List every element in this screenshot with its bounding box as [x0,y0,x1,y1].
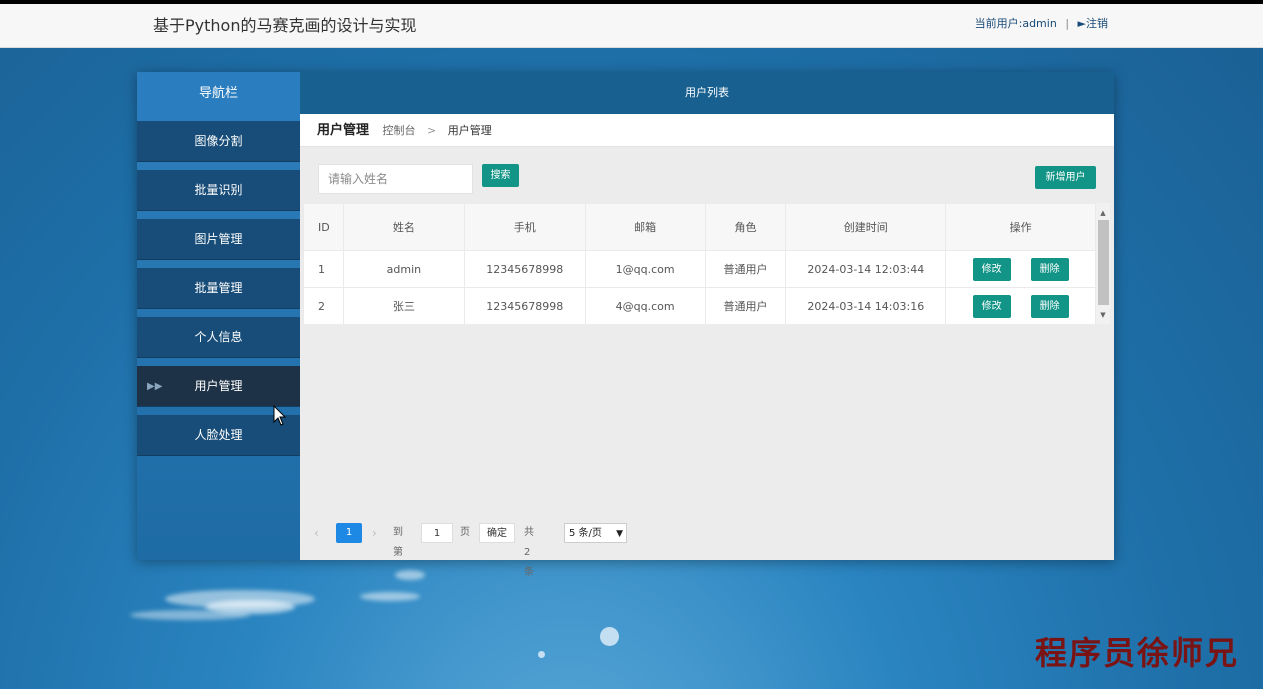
cell-id: 2 [303,287,344,324]
chevron-down-icon: ▼ [616,529,623,539]
mouse-cursor-icon [273,405,287,426]
breadcrumb-current: 用户管理 [447,124,492,137]
site-title: 基于Python的马赛克画的设计与实现 [153,16,417,35]
edit-button[interactable]: 修改 [972,294,1011,318]
play-arrow-icon: ▶▶ [147,381,163,392]
edit-button[interactable]: 修改 [972,257,1011,281]
table-row: 1 admin 12345678998 1@qq.com 普通用户 2024-0… [303,250,1096,288]
table-header-row: ID 姓名 手机 邮箱 角色 创建时间 操作 [303,203,1096,251]
column-header: 操作 [945,203,1096,251]
table-scrollbar[interactable]: ▲ ▼ [1096,203,1110,324]
user-area: 当前用户:admin | ►注销 [975,15,1108,31]
column-header: ID [303,203,344,251]
scroll-up-arrow-icon[interactable]: ▲ [1096,206,1110,220]
scrollbar-thumb[interactable] [1098,220,1109,305]
cell-actions: 修改 删除 [945,287,1096,324]
delete-button[interactable]: 删除 [1030,294,1069,318]
cell-name: admin [342,250,465,288]
add-user-button[interactable]: 新增用户 [1035,166,1096,189]
sidebar-item-label: 个人信息 [194,330,243,344]
breadcrumb-separator: > [427,124,437,137]
background-orb [600,627,619,646]
background-cloud [360,592,420,601]
breadcrumb-console-link[interactable]: 控制台 [383,124,416,137]
sidebar-item-label: 图像分割 [194,134,243,148]
column-header: 邮箱 [584,203,706,251]
cell-created-time: 2024-03-14 14:03:16 [785,287,947,324]
page-unit-label: 页 [460,527,470,538]
page-size-select[interactable]: 5 条/页 ▼ [564,523,627,543]
table-row: 2 张三 12345678998 4@qq.com 普通用户 2024-03-1… [303,287,1096,324]
app-header: 基于Python的马赛克画的设计与实现 当前用户:admin | ►注销 [0,4,1263,48]
sidebar-item-label: 图片管理 [194,232,243,246]
column-header: 姓名 [342,203,465,251]
search-input[interactable] [318,164,473,194]
cell-email: 4@qq.com [584,287,706,324]
sidebar: 导航栏 图像分割 批量识别 图片管理 批量管理 个人信息 ▶▶ 用户管理 人脸处… [137,72,300,560]
cell-actions: 修改 删除 [945,250,1096,288]
sidebar-item-label: 批量管理 [194,281,243,295]
breadcrumb: 用户管理 控制台 > 用户管理 [300,114,1114,147]
goto-label: 到第 [393,527,403,558]
cell-role: 普通用户 [704,287,787,324]
main-panel: 导航栏 图像分割 批量识别 图片管理 批量管理 个人信息 ▶▶ 用户管理 人脸处… [137,72,1114,578]
page-size-value: 5 条/页 [569,528,602,539]
cell-email: 1@qq.com [584,250,706,288]
next-page-icon[interactable]: › [372,523,377,543]
background-cloud [395,570,425,580]
sidebar-item-image-management[interactable]: 图片管理 [137,219,300,260]
content-area: 用户列表 用户管理 控制台 > 用户管理 搜索 新增用户 ID 姓名 [300,72,1114,578]
total-count: 共 2 条 [524,527,534,578]
goto-page-input[interactable]: 1 [421,523,453,543]
column-header: 手机 [463,203,586,251]
cell-role: 普通用户 [704,250,787,288]
current-user-label: 当前用户:admin [974,17,1057,30]
sidebar-item-label: 人脸处理 [194,428,243,442]
delete-button[interactable]: 删除 [1030,257,1069,281]
sidebar-item-batch-management[interactable]: 批量管理 [137,268,300,309]
toolbar: 搜索 新增用户 [300,155,1114,199]
cell-name: 张三 [342,287,465,324]
scroll-down-arrow-icon[interactable]: ▼ [1096,308,1110,322]
page-number-current[interactable]: 1 [336,523,362,543]
cell-created-time: 2024-03-14 12:03:44 [785,250,947,288]
sidebar-item-label: 用户管理 [194,379,243,393]
background-cloud [205,600,295,614]
sidebar-item-label: 批量识别 [194,183,243,197]
goto-confirm-button[interactable]: 确定 [479,523,515,543]
watermark: 程序员徐师兄 [1035,634,1240,672]
search-button[interactable]: 搜索 [482,164,519,187]
logout-link[interactable]: ►注销 [1078,17,1108,30]
sidebar-item-image-segmentation[interactable]: 图像分割 [137,121,300,162]
user-table: ID 姓名 手机 邮箱 角色 创建时间 操作 1 admin 123456789… [303,203,1096,324]
sidebar-item-batch-recognition[interactable]: 批量识别 [137,170,300,211]
page-title: 用户管理 [317,123,370,138]
column-header: 创建时间 [785,203,947,251]
user-table-container: ID 姓名 手机 邮箱 角色 创建时间 操作 1 admin 123456789… [303,203,1110,324]
cell-phone: 12345678998 [463,250,586,288]
cell-phone: 12345678998 [463,287,586,324]
prev-page-icon[interactable]: ‹ [314,523,319,543]
sidebar-item-user-management[interactable]: ▶▶ 用户管理 [137,366,300,407]
sidebar-item-personal-info[interactable]: 个人信息 [137,317,300,358]
background-orb [538,651,545,658]
column-header: 角色 [704,203,787,251]
list-title: 用户列表 [300,72,1114,114]
cell-id: 1 [303,250,344,288]
sidebar-title: 导航栏 [137,72,300,121]
user-area-separator: | [1065,17,1070,30]
